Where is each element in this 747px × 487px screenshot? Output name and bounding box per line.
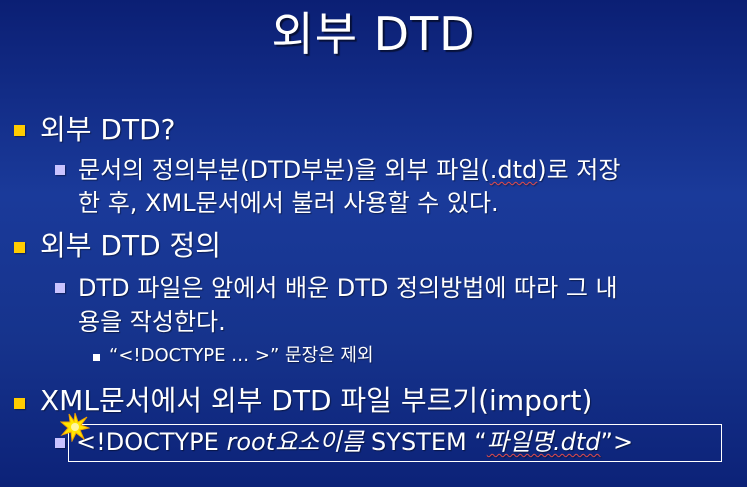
body-line: 문서의 정의부분(DTD부분)을 외부 파일(.dtd)로 저장 xyxy=(78,155,620,185)
bullet-icon xyxy=(14,398,25,409)
body-text: 문서의 정의부분(DTD부분)을 외부 파일( xyxy=(78,156,490,184)
starburst-icon xyxy=(60,412,90,442)
heading-external-dtd-definition: 외부 DTD 정의 xyxy=(40,229,222,262)
doctype-prefix: <!DOCTYPE xyxy=(76,428,227,456)
bullet-icon xyxy=(55,165,65,175)
doctype-system: SYSTEM “ xyxy=(363,428,487,456)
doctype-file-name: 파일명.dtd xyxy=(486,428,601,456)
heading-external-dtd-question: 외부 DTD? xyxy=(40,113,176,146)
sub-note: “<!DOCTYPE … >” 문장은 제외 xyxy=(109,345,374,366)
doctype-declaration: <!DOCTYPE root요소이름 SYSTEM “파일명.dtd”> xyxy=(76,427,633,457)
heading-import-external-dtd: XML문서에서 외부 DTD 파일 부르기(import) xyxy=(40,384,593,417)
bullet-icon xyxy=(55,283,65,293)
doctype-root-name: root요소이름 xyxy=(226,428,364,456)
body-line: 용을 작성한다. xyxy=(78,308,226,336)
body-line: DTD 파일은 앞에서 배운 DTD 정의방법에 따라 그 내 xyxy=(78,274,618,302)
dtd-extension-text: .dtd xyxy=(489,156,538,184)
bullet-icon xyxy=(93,354,100,361)
bullet-icon xyxy=(14,125,25,136)
doctype-suffix: ”> xyxy=(600,428,634,456)
body-line: 한 후, XML문서에서 불러 사용할 수 있다. xyxy=(78,189,499,217)
slide-title: 외부 DTD xyxy=(271,7,476,61)
bullet-icon xyxy=(14,242,25,253)
body-text: )로 저장 xyxy=(537,156,621,184)
